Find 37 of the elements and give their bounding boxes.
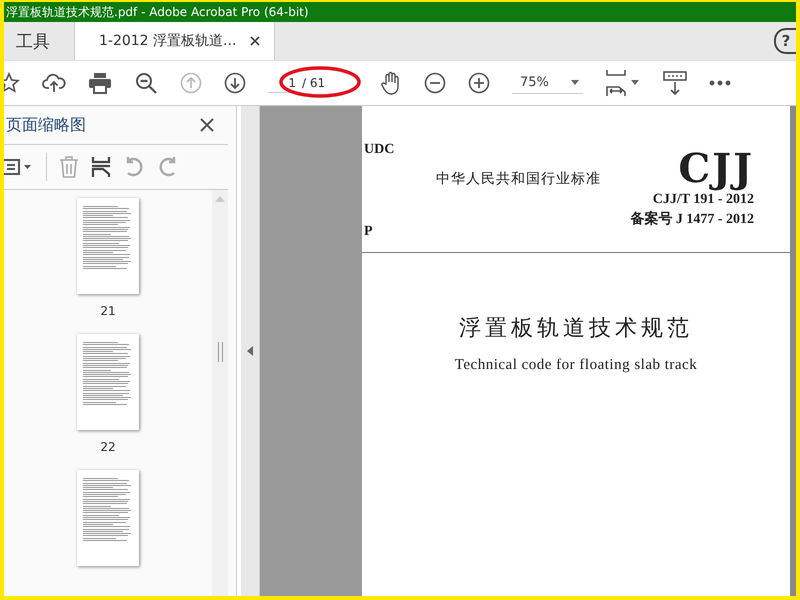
zoom-out-icon[interactable]: [424, 72, 446, 94]
classification-label: P: [364, 224, 374, 240]
zoom-dropdown[interactable]: 75%: [512, 72, 583, 94]
close-icon[interactable]: [200, 118, 214, 132]
caret-icon: [570, 80, 579, 85]
standard-body: 中华人民共和国行业标准: [436, 171, 601, 187]
udc-label: UDC: [364, 142, 396, 158]
keyboard-download-icon[interactable]: [662, 70, 687, 96]
page-thumbnail[interactable]: [77, 198, 139, 294]
scroll-thumb[interactable]: [218, 342, 222, 362]
collapse-icon[interactable]: [247, 346, 253, 356]
page-insert-icon[interactable]: [91, 156, 111, 178]
page-label: 21: [100, 304, 116, 318]
page-fit-icon[interactable]: [604, 69, 641, 97]
window-title: 浮置板轨道技术规范.pdf - Adobe Acrobat Pro (64-bit): [6, 4, 309, 20]
record-number: 备案号 J 1477 - 2012: [630, 210, 754, 229]
panel-title: 页面缩略图: [6, 114, 86, 136]
printer-icon[interactable]: [88, 72, 112, 94]
document-tab[interactable]: 1-2012 浮置板轨道...: [75, 22, 276, 60]
scrollbar[interactable]: [212, 190, 228, 596]
star-icon[interactable]: [4, 72, 20, 94]
more-icon[interactable]: [708, 80, 731, 86]
zoom-out-search-icon[interactable]: [134, 71, 158, 95]
options-menu-icon[interactable]: [4, 157, 34, 177]
document-title: 浮置板轨道技术规范: [459, 315, 693, 343]
zoom-in-icon[interactable]: [468, 72, 490, 94]
close-icon[interactable]: [250, 36, 260, 46]
page-label: 22: [100, 440, 116, 454]
page-thumbnail[interactable]: [77, 334, 139, 430]
next-page-icon[interactable]: [224, 72, 246, 94]
cloud-upload-icon[interactable]: [42, 72, 66, 94]
page-thumbnail[interactable]: [77, 470, 139, 566]
help-button[interactable]: ?: [774, 28, 796, 54]
page-total: / 61: [302, 76, 326, 90]
standard-code: CJJ/T 191 - 2012: [652, 191, 754, 209]
standard-logo: CJJ: [678, 148, 754, 190]
english-title: Technical code for floating slab track: [454, 357, 698, 374]
